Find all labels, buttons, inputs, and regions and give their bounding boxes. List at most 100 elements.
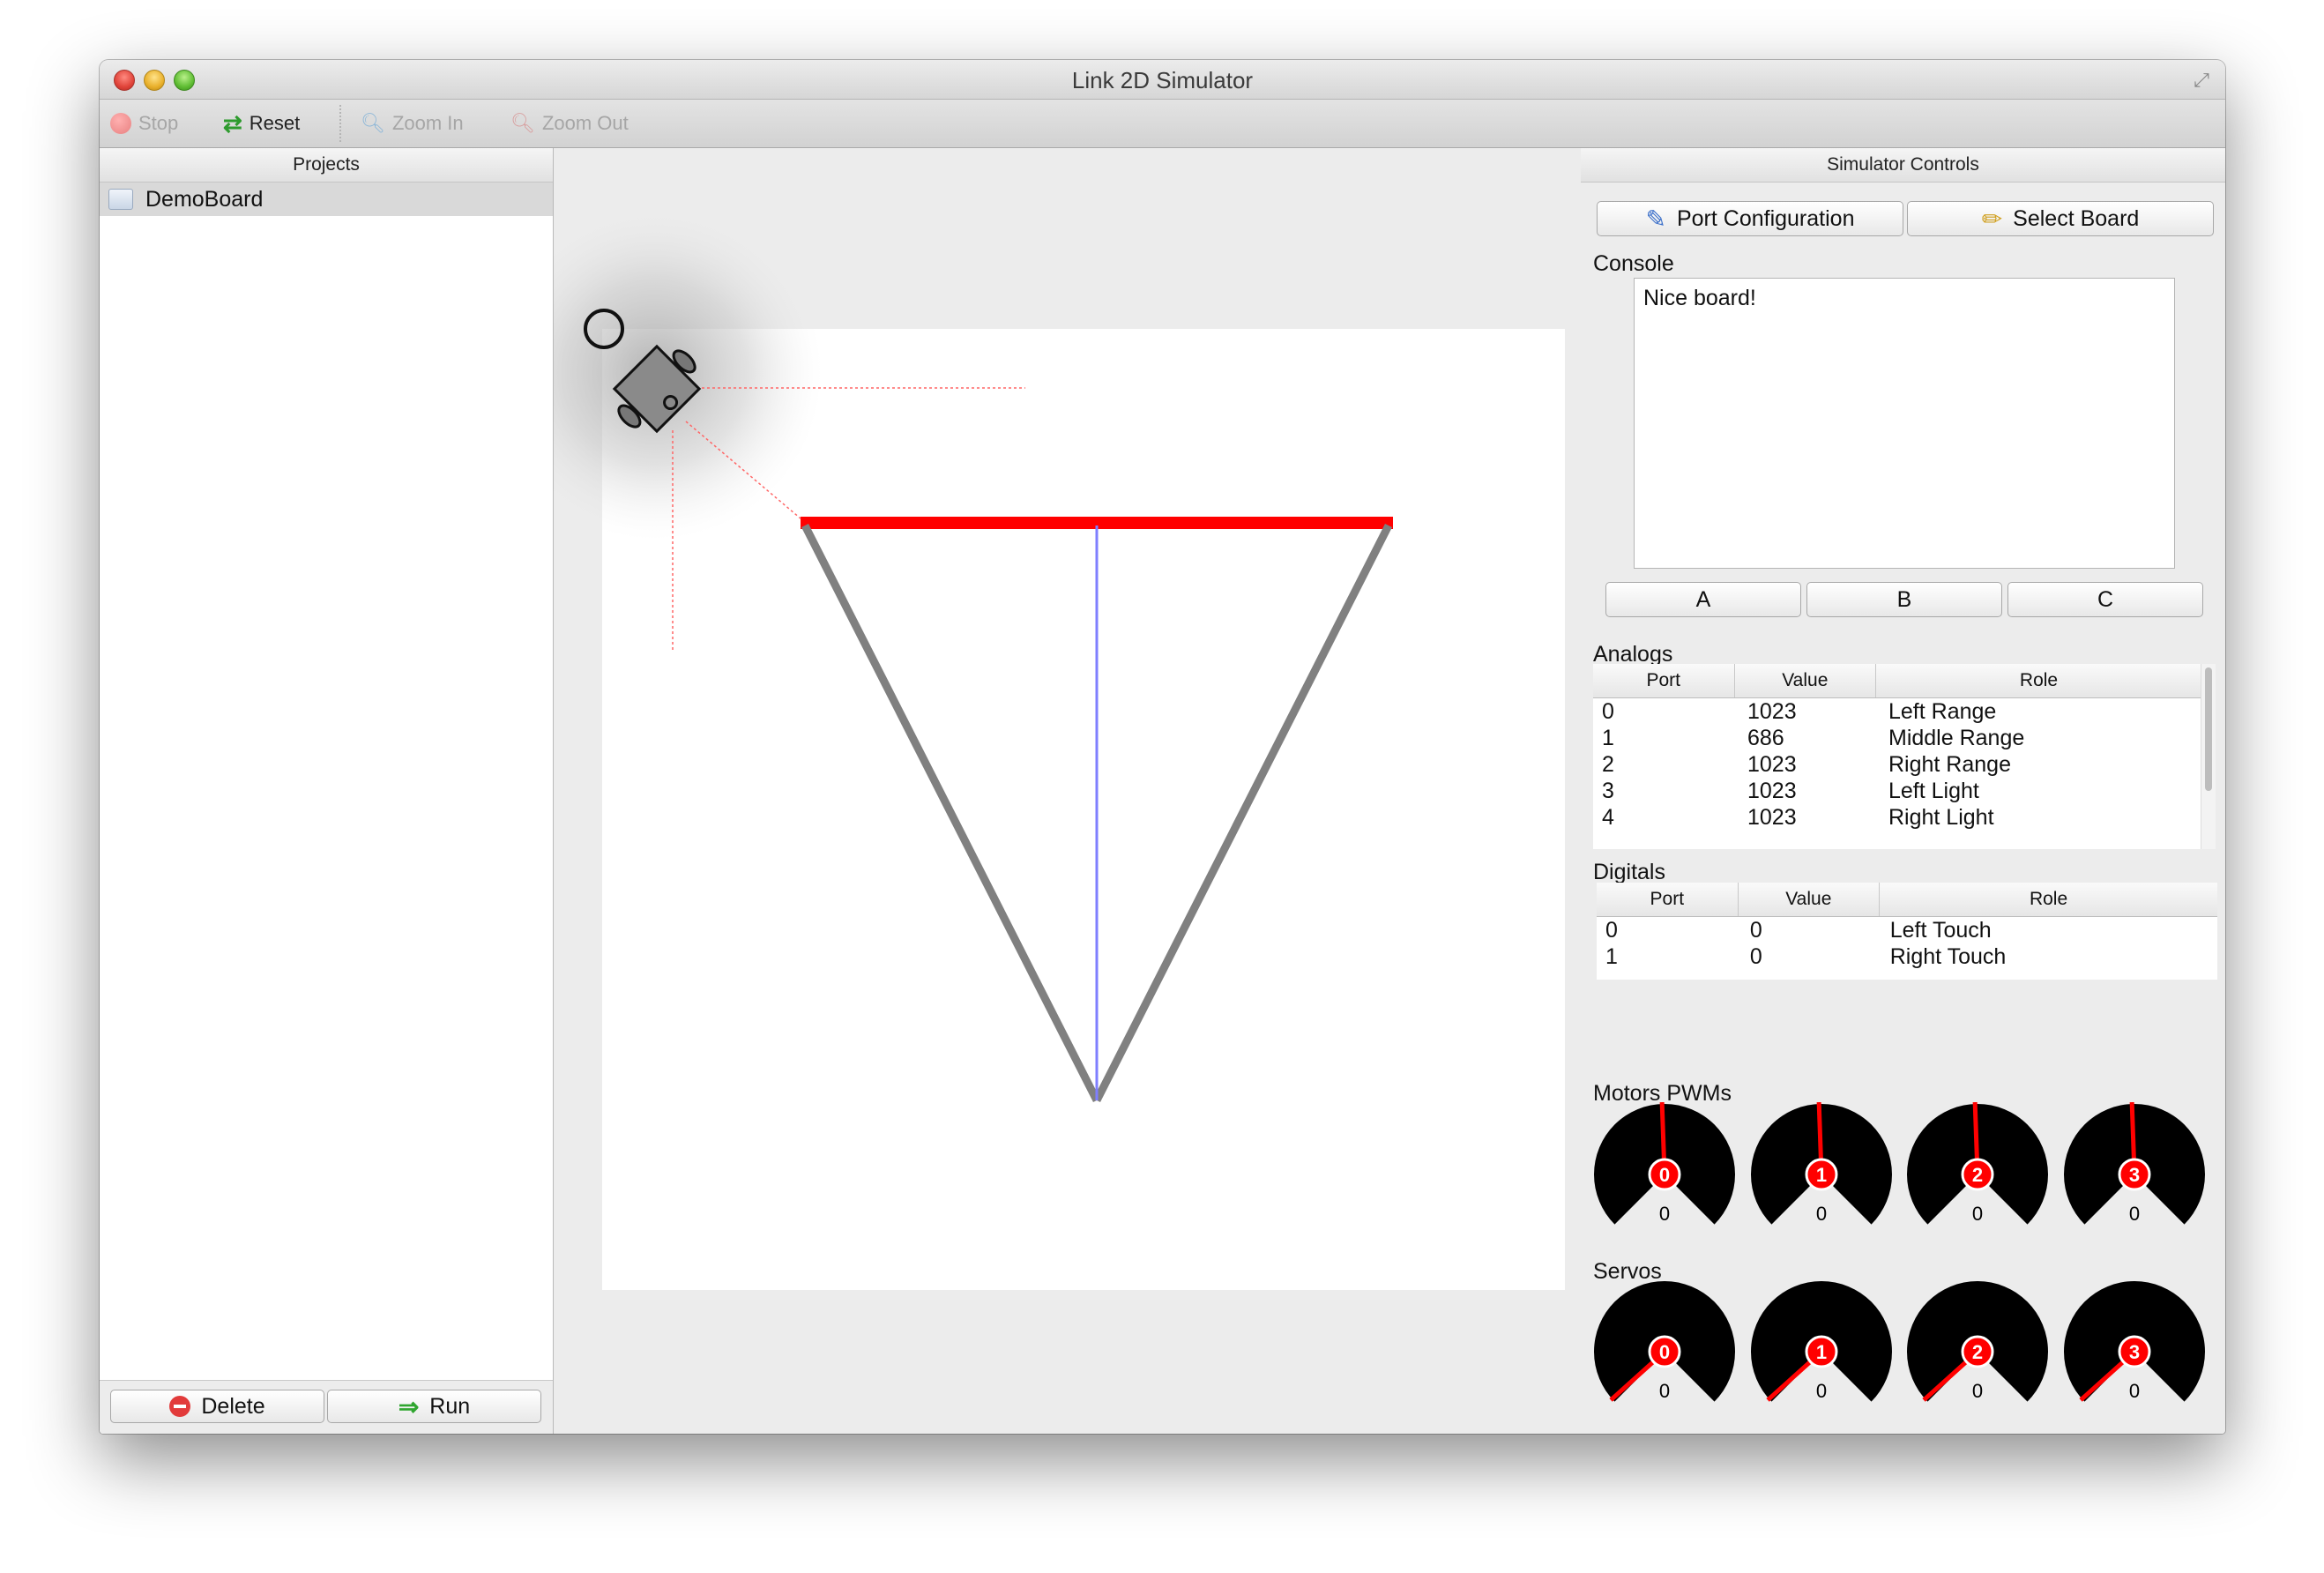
gauge-id: 1 <box>1816 1164 1827 1186</box>
analogs-row[interactable]: 4 1023 Right Light <box>1593 804 2216 831</box>
digitals-cell-value: 0 <box>1749 918 1762 943</box>
stop-button[interactable]: Stop <box>110 108 178 138</box>
servos-gauge-1[interactable]: 10 <box>1749 1279 1894 1412</box>
console-label: Console <box>1593 251 1674 276</box>
project-icon <box>108 189 133 210</box>
servos-gauge-3[interactable]: 30 <box>2062 1279 2207 1412</box>
title-bar: Link 2D Simulator ⤢ <box>100 60 2225 100</box>
reset-button[interactable]: ⇄ Reset <box>223 108 300 138</box>
select-board-button[interactable]: ✏ Select Board <box>1907 201 2214 236</box>
analogs-cell-role: Middle Range <box>1888 726 2025 750</box>
motors-gauge-1[interactable]: 10 <box>1749 1101 1894 1234</box>
digitals-cell-value: 0 <box>1749 944 1762 969</box>
window-title: Link 2D Simulator <box>1071 67 1254 93</box>
select-board-label: Select Board <box>2013 205 2140 231</box>
analogs-cell-value: 1023 <box>1747 779 1797 803</box>
port-configuration-button[interactable]: ✎ Port Configuration <box>1597 201 1903 236</box>
motors-gauge-0[interactable]: 00 <box>1592 1101 1737 1234</box>
stop-label: Stop <box>138 112 179 134</box>
fullscreen-icon[interactable]: ⤢ <box>2190 69 2213 92</box>
analogs-col-role[interactable]: Role <box>1876 664 2201 697</box>
delete-button[interactable]: Delete <box>110 1390 324 1423</box>
analogs-cell-role: Right Light <box>1888 805 1994 830</box>
reset-icon: ⇄ <box>223 109 242 137</box>
analogs-cell-value: 1023 <box>1747 752 1797 777</box>
analogs-cell-port: 3 <box>1602 779 1614 803</box>
motors-gauge-2[interactable]: 20 <box>1905 1101 2050 1234</box>
analogs-cell-role: Left Range <box>1888 699 1997 724</box>
gauge-value: 0 <box>2129 1380 2140 1402</box>
analogs-cell-value: 1023 <box>1747 699 1797 724</box>
projects-actions: Delete ⇒ Run <box>100 1380 553 1434</box>
app-window: Link 2D Simulator ⤢ Stop ⇄ Reset 🔍︎ Zoom… <box>100 60 2225 1434</box>
run-label: Run <box>429 1393 471 1419</box>
gauge-value: 0 <box>1816 1203 1827 1225</box>
run-arrow-icon: ⇒ <box>398 1392 420 1420</box>
gauge-id: 2 <box>1972 1164 1983 1186</box>
gauge-value: 0 <box>1972 1380 1983 1402</box>
analogs-cell-port: 4 <box>1602 805 1614 830</box>
digitals-table-header: Port Value Role <box>1597 883 2217 917</box>
button-c-label: C <box>2097 586 2114 612</box>
servos-gauge-2[interactable]: 20 <box>1905 1279 2050 1412</box>
button-c[interactable]: C <box>2007 582 2203 617</box>
analogs-cell-value: 686 <box>1747 726 1784 750</box>
run-button[interactable]: ⇒ Run <box>327 1390 541 1423</box>
analogs-cell-value: 1023 <box>1747 805 1797 830</box>
project-item-demoboard[interactable]: DemoBoard <box>100 183 553 216</box>
simulator-controls-panel: Simulator Controls ✎ Port Configuration … <box>1581 148 2225 1434</box>
gauge-id: 1 <box>1816 1341 1827 1363</box>
analogs-row[interactable]: 3 1023 Left Light <box>1593 778 2216 804</box>
wrench-icon: ✎ <box>1645 205 1666 233</box>
zoom-out-button[interactable]: 🔍︎ Zoom Out <box>510 108 629 138</box>
gauge-id: 3 <box>2129 1341 2140 1363</box>
reset-label: Reset <box>249 112 301 134</box>
project-label: DemoBoard <box>145 187 264 212</box>
controls-header: Simulator Controls <box>1581 148 2225 183</box>
button-a[interactable]: A <box>1605 582 1801 617</box>
analogs-col-value[interactable]: Value <box>1735 664 1877 697</box>
button-b[interactable]: B <box>1806 582 2002 617</box>
digitals-col-value[interactable]: Value <box>1739 883 1881 916</box>
delete-icon <box>169 1396 191 1417</box>
digitals-label: Digitals <box>1593 860 1665 884</box>
digitals-table[interactable]: Port Value Role 0 0 Left Touch 1 0 Right Touc… <box>1597 883 2217 980</box>
digitals-row[interactable]: 0 0 Left Touch <box>1597 917 2217 943</box>
button-a-label: A <box>1695 586 1711 612</box>
digitals-col-port[interactable]: Port <box>1597 883 1739 916</box>
console-output[interactable]: Nice board! <box>1634 278 2175 569</box>
toolbar-separator <box>339 105 341 142</box>
digitals-cell-port: 1 <box>1605 944 1618 969</box>
analogs-cell-port: 0 <box>1602 699 1614 724</box>
gauge-value: 0 <box>1659 1203 1670 1225</box>
projects-header: Projects <box>100 148 553 183</box>
zoom-out-icon: 🔍︎ <box>510 112 535 134</box>
pencil-icon: ✏ <box>1981 205 2003 233</box>
delete-label: Delete <box>201 1393 265 1419</box>
console-text: Nice board! <box>1643 286 1756 310</box>
analogs-scroll-thumb[interactable] <box>2205 667 2212 791</box>
zoom-in-label: Zoom In <box>391 112 464 134</box>
analogs-scrollbar[interactable] <box>2201 664 2216 849</box>
motors-gauge-3[interactable]: 30 <box>2062 1101 2207 1234</box>
zoom-in-button[interactable]: 🔍︎ Zoom In <box>361 108 464 138</box>
digitals-cell-role: Left Touch <box>1889 918 1992 943</box>
digitals-row[interactable]: 1 0 Right Touch <box>1597 943 2217 970</box>
digitals-table-body: 0 0 Left Touch 1 0 Right Touch <box>1597 917 2217 970</box>
analogs-row[interactable]: 0 1023 Left Range <box>1593 698 2216 725</box>
analogs-row[interactable]: 1 686 Middle Range <box>1593 725 2216 751</box>
gauge-id: 0 <box>1659 1341 1670 1363</box>
analogs-row[interactable]: 2 1023 Right Range <box>1593 751 2216 778</box>
zoom-out-label: Zoom Out <box>541 112 629 134</box>
gauge-value: 0 <box>1972 1203 1983 1225</box>
analogs-cell-role: Right Range <box>1888 752 2011 777</box>
analogs-table[interactable]: Port Value Role 0 1023 Left Range 1 686 Middl… <box>1593 664 2216 849</box>
gauge-id: 3 <box>2129 1164 2140 1186</box>
gauge-value: 0 <box>2129 1203 2140 1225</box>
gauge-value: 0 <box>1659 1380 1670 1402</box>
servos-gauge-0[interactable]: 00 <box>1592 1279 1737 1412</box>
port-configuration-label: Port Configuration <box>1676 205 1855 231</box>
simulation-canvas[interactable] <box>554 148 1580 1434</box>
digitals-col-role[interactable]: Role <box>1880 883 2217 916</box>
analogs-col-port[interactable]: Port <box>1593 664 1735 697</box>
